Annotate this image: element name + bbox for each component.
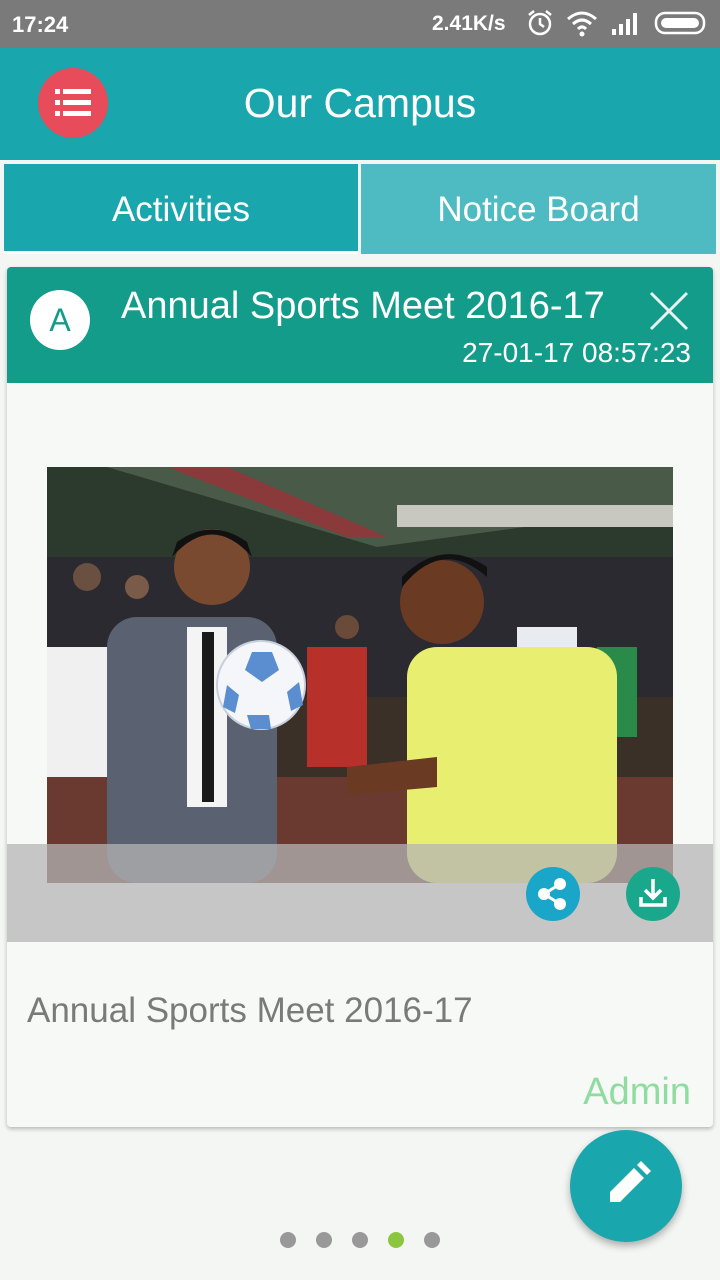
status-bar: 17:24 2.41K/s bbox=[0, 0, 720, 48]
post-author: Admin bbox=[583, 1071, 691, 1113]
close-icon[interactable] bbox=[647, 289, 691, 333]
share-button[interactable] bbox=[526, 867, 580, 921]
tab-notice-board[interactable]: Notice Board bbox=[361, 164, 716, 254]
pencil-icon bbox=[610, 1161, 651, 1202]
page-dot[interactable] bbox=[352, 1232, 368, 1248]
app-bar: Our Campus bbox=[0, 48, 720, 160]
share-icon bbox=[538, 878, 566, 910]
photo-action-strip bbox=[7, 844, 713, 942]
status-time: 17:24 bbox=[12, 12, 69, 37]
network-speed: 2.41K/s bbox=[432, 12, 506, 35]
page-dot[interactable] bbox=[280, 1232, 296, 1248]
edit-fab-button[interactable] bbox=[570, 1130, 682, 1242]
tab-bar: Activities Notice Board bbox=[4, 164, 716, 254]
post-photo[interactable] bbox=[47, 467, 673, 883]
alarm-icon bbox=[528, 10, 552, 36]
page-dot-active[interactable] bbox=[388, 1232, 404, 1248]
post-timestamp: 27-01-17 08:57:23 bbox=[462, 337, 691, 368]
page-title: Our Campus bbox=[243, 80, 477, 126]
post-title: Annual Sports Meet 2016-17 bbox=[121, 285, 605, 327]
page-dot[interactable] bbox=[424, 1232, 440, 1248]
wifi-icon bbox=[567, 11, 597, 37]
page-dot[interactable] bbox=[316, 1232, 332, 1248]
tab-activities[interactable]: Activities bbox=[4, 164, 358, 254]
download-button[interactable] bbox=[626, 867, 680, 921]
battery-icon bbox=[654, 11, 706, 35]
post-caption: Annual Sports Meet 2016-17 bbox=[27, 991, 473, 1030]
download-icon bbox=[639, 879, 667, 907]
signal-icon bbox=[612, 13, 637, 35]
post-header: A Annual Sports Meet 2016-17 27-01-17 08… bbox=[7, 267, 713, 383]
post-card: A Annual Sports Meet 2016-17 27-01-17 08… bbox=[7, 267, 713, 1127]
avatar: A bbox=[30, 290, 90, 350]
